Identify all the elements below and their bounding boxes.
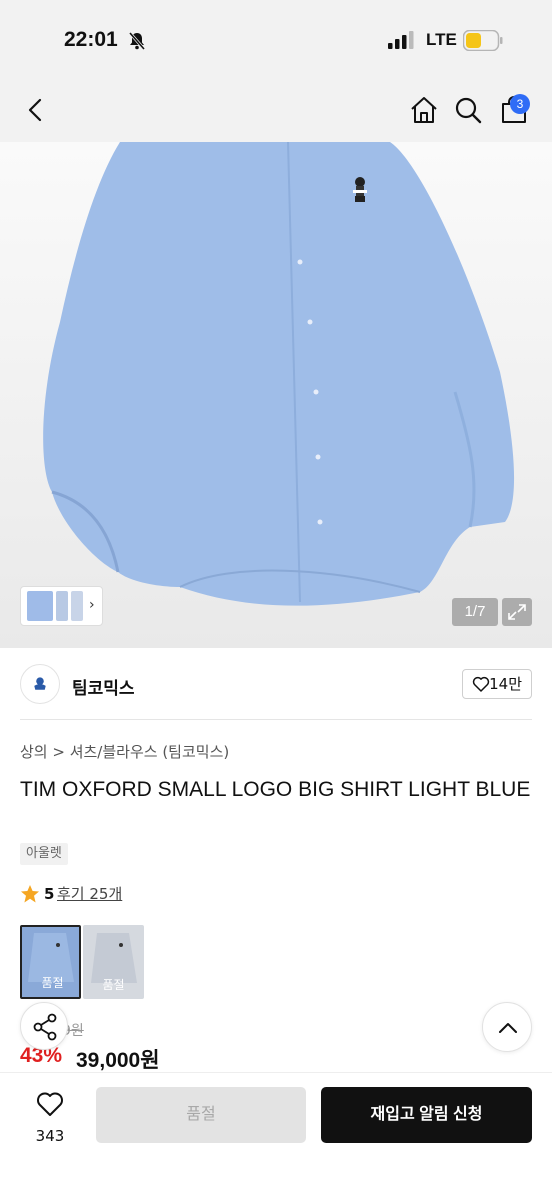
breadcrumb[interactable]: 상의 > 셔츠/블라우스 (팀코믹스) xyxy=(20,741,229,762)
battery-icon xyxy=(463,30,503,51)
home-icon[interactable] xyxy=(408,94,440,126)
status-time: 22:01 xyxy=(64,28,118,51)
cart-count-badge: 3 xyxy=(510,94,530,114)
share-button[interactable] xyxy=(20,1002,68,1050)
sale-price: 39,000원 xyxy=(76,1049,160,1072)
brand-like-count: 14만 xyxy=(489,675,522,693)
chevron-up-icon xyxy=(499,1023,517,1033)
wishlist-button[interactable]: 343 xyxy=(24,1091,76,1147)
color-option-light-blue[interactable]: 품절 xyxy=(20,925,81,999)
thumbnail-strip[interactable]: › xyxy=(20,586,103,626)
heart-icon xyxy=(37,1092,63,1116)
chevron-right-icon: › xyxy=(89,597,95,613)
thumbnail-2 xyxy=(56,591,68,621)
rating-score: 5 xyxy=(44,885,55,903)
soldout-label: 품절 xyxy=(102,978,125,992)
outlet-tag: 아울렛 xyxy=(20,843,68,865)
wishlist-count: 343 xyxy=(35,1127,65,1145)
bell-off-icon xyxy=(128,32,146,50)
brand-row: 팀코믹스 14만 xyxy=(20,648,532,720)
brand-name[interactable]: 팀코믹스 xyxy=(72,674,135,699)
restock-alert-button[interactable]: 재입고 알림 신청 xyxy=(321,1087,532,1143)
product-image xyxy=(43,142,515,606)
star-icon xyxy=(21,885,39,903)
network-label: LTE xyxy=(426,30,457,49)
soldout-label: 품절 xyxy=(41,976,64,990)
brand-logo[interactable] xyxy=(20,664,60,704)
signal-icon xyxy=(388,31,414,49)
heart-icon xyxy=(472,676,490,692)
product-image-gallery[interactable]: › 1/7 xyxy=(0,142,552,648)
back-icon[interactable] xyxy=(20,94,52,126)
search-icon[interactable] xyxy=(452,94,484,126)
review-link[interactable]: 후기 25개 xyxy=(57,882,122,906)
scroll-top-button[interactable] xyxy=(482,1002,532,1052)
top-nav xyxy=(0,84,552,142)
status-bar: 22:01 LTE xyxy=(0,0,552,84)
share-icon xyxy=(33,1013,57,1041)
brand-like-button[interactable]: 14만 xyxy=(462,669,532,699)
thumbnail-1 xyxy=(27,591,53,621)
image-counter: 1/7 xyxy=(452,598,498,626)
expand-icon[interactable] xyxy=(502,598,532,626)
thumbnail-3 xyxy=(71,591,83,621)
color-option-grey[interactable]: 품절 xyxy=(83,925,144,999)
product-title: TIM OXFORD SMALL LOGO BIG SHIRT LIGHT BL… xyxy=(20,778,531,801)
bottom-action-bar: 343 품절 재입고 알림 신청 xyxy=(0,1072,552,1200)
soldout-button[interactable]: 품절 xyxy=(96,1087,306,1143)
